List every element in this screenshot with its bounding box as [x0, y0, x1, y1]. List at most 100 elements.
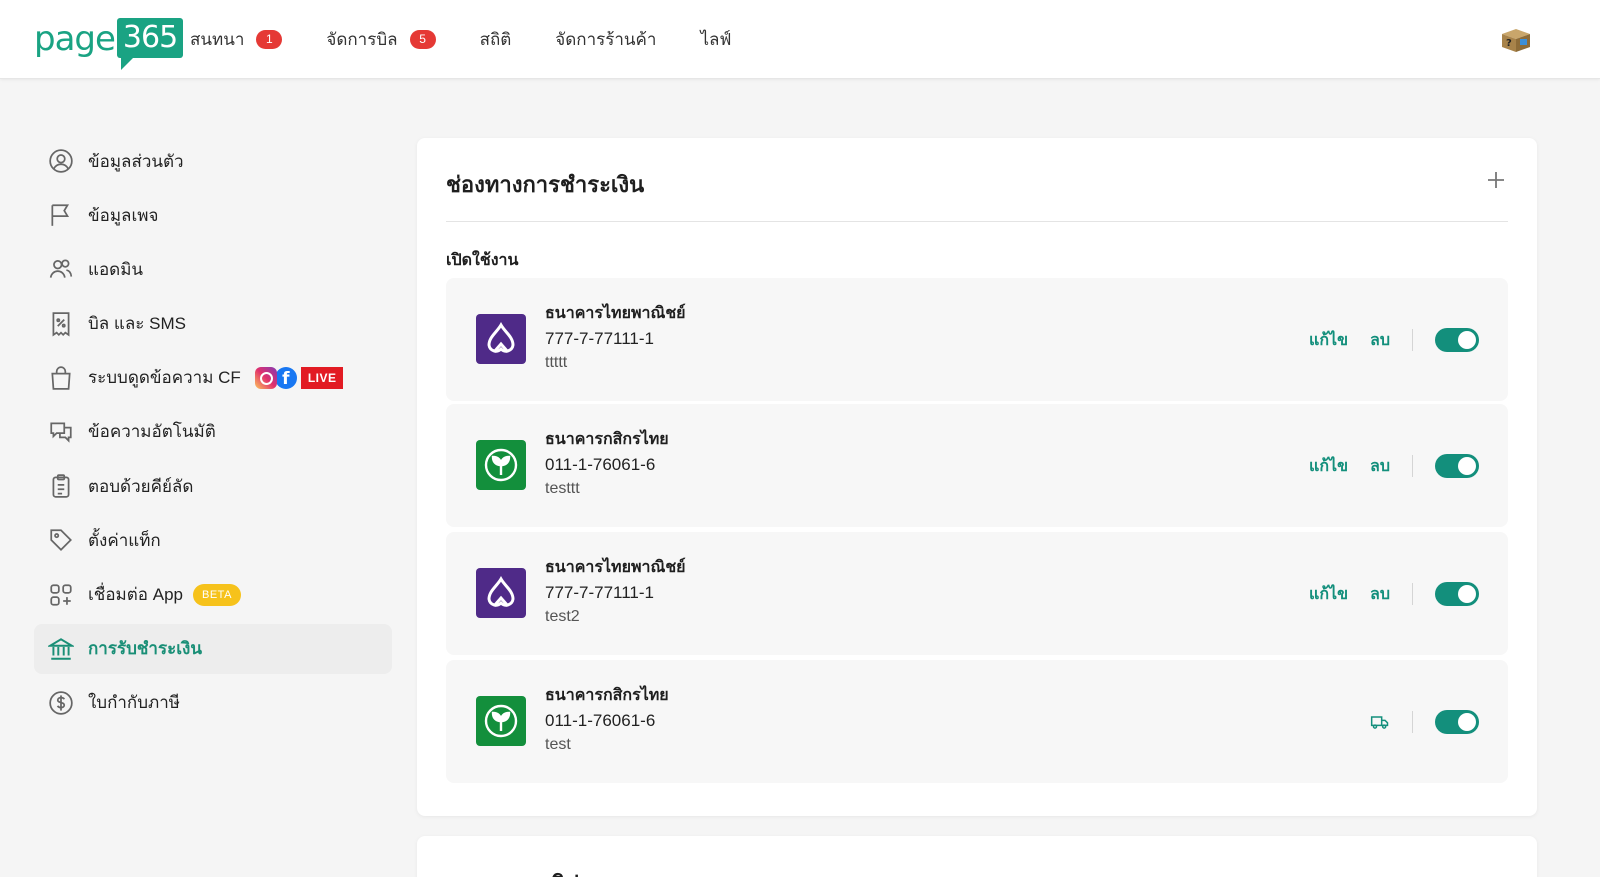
- edit-button[interactable]: แก้ไข: [1309, 454, 1348, 479]
- section-label-enabled: เปิดใช้งาน: [446, 252, 519, 269]
- sidebar-item-payment[interactable]: การรับชำระเงิน: [34, 623, 392, 674]
- avatar[interactable]: ?: [1500, 27, 1532, 53]
- payment-row: ธนาคารกสิกรไทย 011-1-76061-6 test: [446, 660, 1508, 783]
- account-number: 011-1-76061-6: [545, 711, 656, 730]
- nav-item-label: สนทนา: [190, 30, 245, 49]
- payment-row: ธนาคารไทยพาณิชย์ 777-7-77111-1 test2 แก้…: [446, 532, 1508, 655]
- truck-icon[interactable]: [1370, 712, 1390, 732]
- sidebar-item-tax-invoice[interactable]: ใบกำกับภาษี: [34, 678, 392, 728]
- beta-badge: BETA: [193, 583, 241, 606]
- sidebar-item-label: แอดมิน: [88, 259, 144, 279]
- bank-info: ธนาคารไทยพาณิชย์ 777-7-77111-1 ttttt: [545, 302, 686, 375]
- enable-toggle[interactable]: [1435, 454, 1479, 478]
- card-header: ช่องทางการชำระเงิน: [446, 138, 1508, 222]
- nav-item-store[interactable]: จัดการร้านค้า: [555, 26, 656, 53]
- nav-item-stats[interactable]: สถิติ: [480, 26, 512, 53]
- row-actions: แก้ไข ลบ: [1287, 452, 1479, 480]
- account-number: 777-7-77111-1: [545, 583, 655, 602]
- page-title: ช่องทางการชำระเงิน: [446, 172, 645, 197]
- delete-button[interactable]: ลบ: [1370, 582, 1390, 607]
- sidebar-item-label: ข้อความอัตโนมัติ: [88, 422, 216, 442]
- account-note: ttttt: [545, 354, 568, 371]
- sidebar-item-label: เชื่อมต่อ App: [88, 585, 183, 604]
- live-badge: LIVE: [300, 366, 344, 389]
- sidebar-item-label: บิล และ SMS: [88, 314, 186, 334]
- instagram-icon: [254, 366, 277, 389]
- scb-logo: [476, 568, 526, 618]
- sidebar-item-label: ใบกำกับภาษี: [88, 693, 180, 713]
- nav-item-label: จัดการบิล: [326, 30, 398, 49]
- bank-name: ธนาคารกสิกรไทย: [545, 431, 669, 448]
- sidebar-item-page-info[interactable]: ข้อมูลเพจ: [34, 190, 392, 240]
- box-avatar-icon: ?: [1502, 29, 1530, 52]
- sidebar-item-label: ตั้งค่าแท็ก: [88, 530, 161, 550]
- enable-toggle[interactable]: [1435, 328, 1479, 352]
- bank-icon: [48, 636, 74, 662]
- flag-icon: [48, 202, 74, 228]
- sidebar-item-tags[interactable]: ตั้งค่าแท็ก: [34, 515, 392, 565]
- divider: [1412, 455, 1413, 477]
- page365-logo[interactable]: page 365: [34, 18, 184, 70]
- notification-badge: 1: [256, 30, 283, 49]
- payment-row: ธนาคารไทยพาณิชย์ 777-7-77111-1 ttttt แก้…: [446, 278, 1508, 401]
- scb-lotus-icon: [487, 322, 515, 353]
- logo-text: page: [34, 19, 116, 59]
- bank-info: ธนาคารกสิกรไทย 011-1-76061-6 testtt: [545, 428, 669, 501]
- sidebar-item-label: ข้อมูลส่วนตัว: [88, 151, 184, 171]
- facebook-icon: f: [274, 366, 297, 389]
- sidebar-item-cf-capture[interactable]: ระบบดูดข้อความ CF f LIVE: [34, 353, 392, 403]
- chat-bubbles-icon: [48, 419, 74, 445]
- sidebar-item-label: การรับชำระเงิน: [88, 639, 202, 659]
- bank-name: ธนาคารไทยพาณิชย์: [545, 305, 686, 322]
- account-note: test: [545, 736, 571, 753]
- tag-icon: [48, 527, 74, 553]
- sidebar-item-label: ตอบด้วยคีย์ลัด: [88, 476, 194, 496]
- delete-button[interactable]: ลบ: [1370, 328, 1390, 353]
- enable-toggle[interactable]: [1435, 710, 1479, 734]
- sidebar-item-label: ข้อมูลเพจ: [88, 205, 159, 225]
- sidebar-item-profile[interactable]: ข้อมูลส่วนตัว: [34, 136, 392, 186]
- delete-button[interactable]: ลบ: [1370, 454, 1390, 479]
- enable-toggle[interactable]: [1435, 582, 1479, 606]
- users-icon: [48, 256, 74, 282]
- sidebar-item-bill-sms[interactable]: บิล และ SMS: [34, 299, 392, 349]
- sidebar-item-connect-app[interactable]: เชื่อมต่อ App BETA: [34, 570, 392, 620]
- shopping-bag-icon: [48, 365, 74, 391]
- nav-item-label: สถิติ: [479, 30, 512, 49]
- add-icon[interactable]: [1484, 168, 1508, 192]
- sidebar-item-admin[interactable]: แอดมิน: [34, 244, 392, 294]
- account-note: test2: [545, 608, 580, 625]
- nav-item-bills[interactable]: จัดการบิล 5: [326, 26, 436, 53]
- account-number: 777-7-77111-1: [545, 329, 655, 348]
- apps-grid-icon: [48, 582, 74, 608]
- top-bar: page 365 สนทนา 1 จัดการบิล 5 สถิติ จัดกา…: [0, 0, 1600, 79]
- card-title: ตรวจสอบสลิป: [446, 866, 579, 877]
- nav-item-chat[interactable]: สนทนา 1: [190, 26, 283, 53]
- divider: [1412, 711, 1413, 733]
- dollar-circle-icon: [48, 690, 74, 716]
- nav-item-live[interactable]: ไลฟ์: [700, 26, 731, 53]
- social-badges: f LIVE: [254, 366, 344, 389]
- account-number: 011-1-76061-6: [545, 455, 656, 474]
- main-nav: สนทนา 1 จัดการบิล 5 สถิติ จัดการร้านค้า …: [190, 0, 775, 79]
- sidebar-item-shortcut-reply[interactable]: ตอบด้วยคีย์ลัด: [34, 461, 392, 511]
- svg-text:?: ?: [1506, 38, 1512, 49]
- sidebar-item-label: ระบบดูดข้อความ CF: [88, 368, 241, 388]
- bank-name: ธนาคารไทยพาณิชย์: [545, 559, 686, 576]
- slip-verification-card: ตรวจสอบสลิป: [417, 836, 1537, 877]
- settings-sidebar: ข้อมูลส่วนตัว ข้อมูลเพจ แอดมิน บิล และ S…: [34, 136, 392, 732]
- scb-lotus-icon: [487, 576, 515, 607]
- payment-channels-card: ช่องทางการชำระเงิน เปิดใช้งาน ธนาคารไทยพ…: [417, 138, 1537, 816]
- notification-badge: 5: [409, 30, 436, 49]
- edit-button[interactable]: แก้ไข: [1309, 582, 1348, 607]
- divider: [1412, 329, 1413, 351]
- user-circle-icon: [48, 148, 74, 174]
- edit-button[interactable]: แก้ไข: [1309, 328, 1348, 353]
- kbank-logo: [476, 440, 526, 490]
- row-actions: แก้ไข ลบ: [1287, 580, 1479, 608]
- sidebar-item-auto-message[interactable]: ข้อความอัตโนมัติ: [34, 407, 392, 457]
- logo-number: 365: [116, 18, 184, 70]
- account-note: testtt: [545, 480, 580, 497]
- row-actions: [1370, 708, 1479, 736]
- divider: [1412, 583, 1413, 605]
